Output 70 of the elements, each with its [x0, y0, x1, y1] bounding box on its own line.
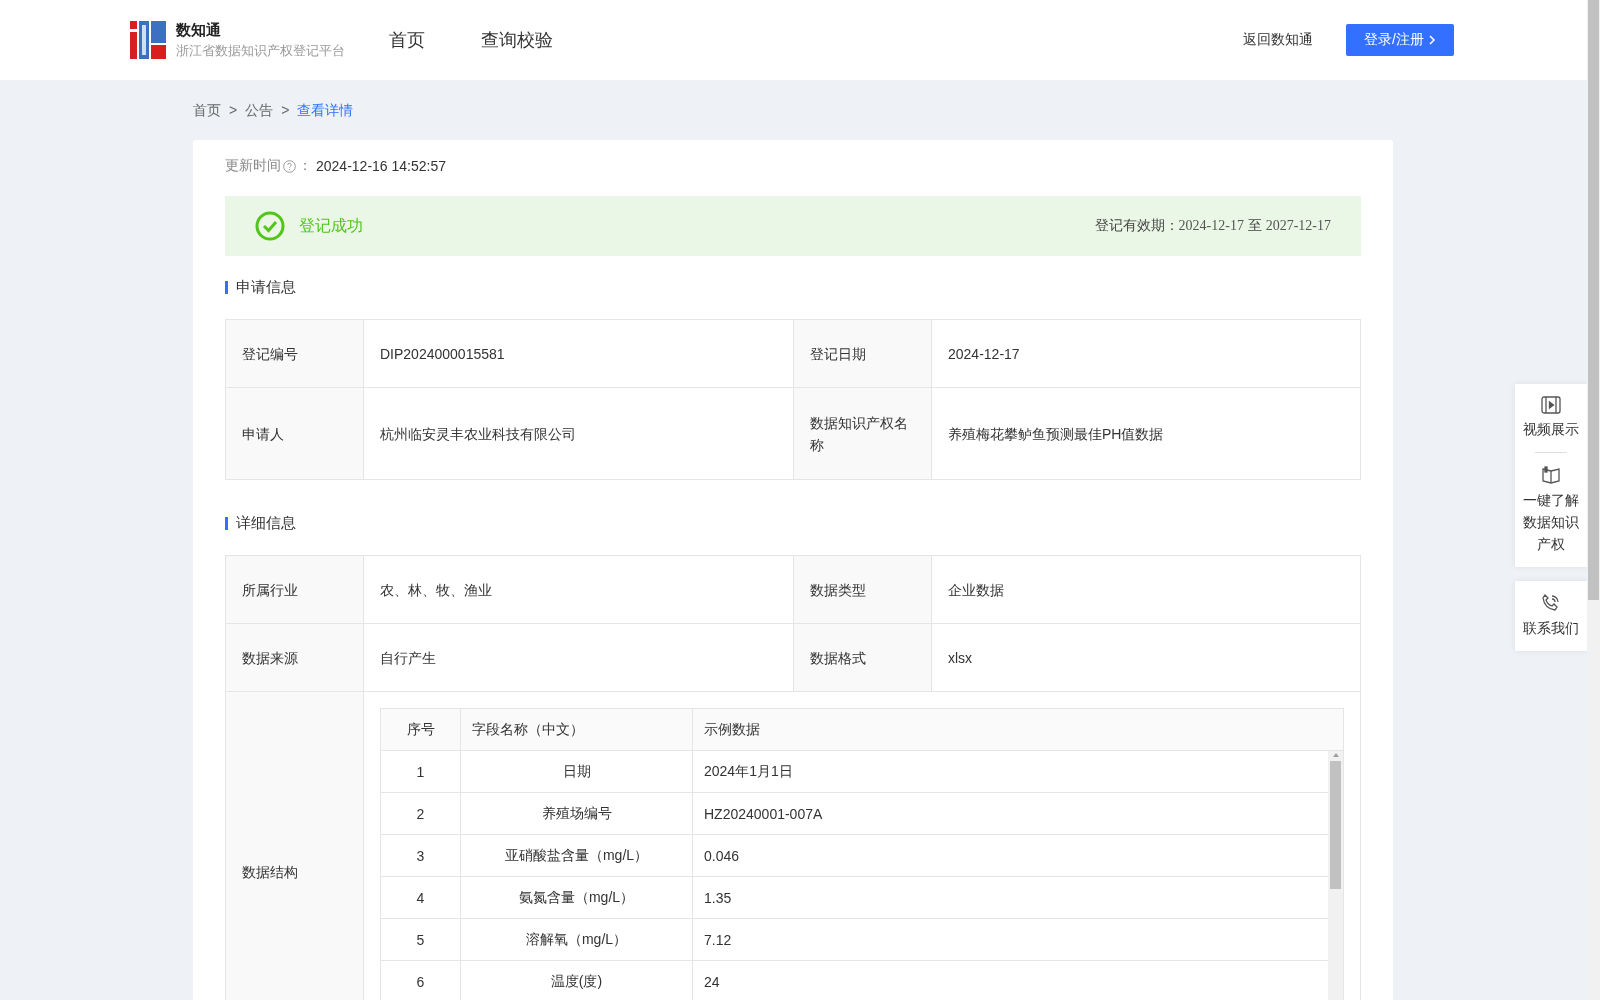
chevron-right-icon	[1427, 34, 1436, 46]
table-cell: 亚硝酸盐含量（mg/L）	[461, 835, 693, 876]
table-cell-text: 0.046	[703, 846, 741, 866]
breadcrumb-separator: >	[281, 102, 290, 120]
field-value: 养殖梅花攀鲈鱼预测最佳PH值数据	[932, 388, 1361, 480]
table-cell: 温度(度)	[461, 961, 693, 1000]
validity-period: 登记有效期：2024-12-17 至 2027-12-17	[1094, 217, 1331, 235]
column-header: 示例数据	[703, 719, 761, 739]
field-label: 登记日期	[794, 320, 932, 388]
brand-subtitle: 浙江省数据知识产权登记平台	[176, 42, 345, 60]
table-cell-text: 7.12	[703, 930, 733, 950]
section-marker	[225, 281, 228, 294]
table-cell: 4	[381, 877, 461, 918]
colon: ：	[298, 157, 312, 175]
logo-icon	[130, 21, 166, 59]
side-link[interactable]: 视频展示	[1522, 396, 1580, 440]
table-cell: 氨氮含量（mg/L）	[461, 877, 693, 918]
field-label: 数据知识产权名称	[794, 388, 932, 480]
table-cell: 6	[381, 961, 461, 1000]
field-value: 自行产生	[364, 624, 794, 692]
table-cell: 溶解氧（mg/L）	[461, 919, 693, 960]
table-cell: 5	[381, 919, 461, 960]
table-cell-text: HZ20240001-007A	[703, 804, 824, 824]
field-label: 数据来源	[226, 624, 364, 692]
field-label: 数据结构	[226, 692, 364, 1000]
breadcrumb-link[interactable]: 查看详情	[297, 102, 354, 120]
back-link[interactable]: 返回数知通	[1243, 31, 1313, 49]
field-label: 数据类型	[794, 556, 932, 624]
column-header: 字段名称（中文）	[461, 709, 693, 750]
breadcrumb-link[interactable]: 首页	[193, 102, 221, 120]
table-cell: 2	[381, 793, 461, 834]
column-header: 序号	[381, 709, 461, 750]
section-title: 申请信息	[236, 278, 296, 297]
table-cell-text: 2024年1月1日	[703, 761, 794, 781]
side-link[interactable]: 一键了解数据知识产权	[1522, 465, 1580, 555]
field-value: 企业数据	[932, 556, 1361, 624]
field-value: 农、林、牧、渔业	[364, 556, 794, 624]
update-time-value: 2024-12-16 14:52:57	[316, 158, 446, 174]
status-text: 登记成功	[299, 215, 363, 236]
nav-link[interactable]: 查询校验	[481, 28, 553, 52]
table-cell-text: 24	[703, 972, 721, 992]
field-value: DIP2024000015581	[364, 320, 794, 388]
update-time-label: 更新时间	[225, 157, 281, 175]
field-value: 2024-12-17	[932, 320, 1361, 388]
film-icon	[1541, 396, 1561, 414]
login-button[interactable]: 登录/注册	[1346, 24, 1454, 56]
table-cell-text: 1.35	[703, 888, 733, 908]
brand-name: 数知通	[176, 20, 222, 40]
field-value: 杭州临安灵丰农业科技有限公司	[364, 388, 794, 480]
field-value: xlsx	[932, 624, 1361, 692]
field-label: 申请人	[226, 388, 364, 480]
phone-icon	[1541, 593, 1561, 613]
field-label: 数据格式	[794, 624, 932, 692]
table-cell: 3	[381, 835, 461, 876]
help-icon	[283, 159, 296, 173]
nav-link[interactable]: 首页	[389, 28, 425, 52]
book-icon	[1541, 465, 1561, 485]
table-cell: 养殖场编号	[461, 793, 693, 834]
side-link[interactable]: 联系我们	[1522, 593, 1580, 639]
field-label: 登记编号	[226, 320, 364, 388]
section-marker	[225, 517, 228, 530]
breadcrumb-separator: >	[229, 102, 238, 120]
field-label: 所属行业	[226, 556, 364, 624]
scrollbar[interactable]	[1587, 0, 1600, 1000]
table-cell: 1	[381, 751, 461, 792]
section-title: 详细信息	[236, 514, 296, 533]
breadcrumb-link[interactable]: 公告	[245, 102, 274, 120]
check-circle-icon	[255, 211, 285, 241]
scrollbar[interactable]	[1328, 751, 1343, 1000]
table-cell: 日期	[461, 751, 693, 792]
